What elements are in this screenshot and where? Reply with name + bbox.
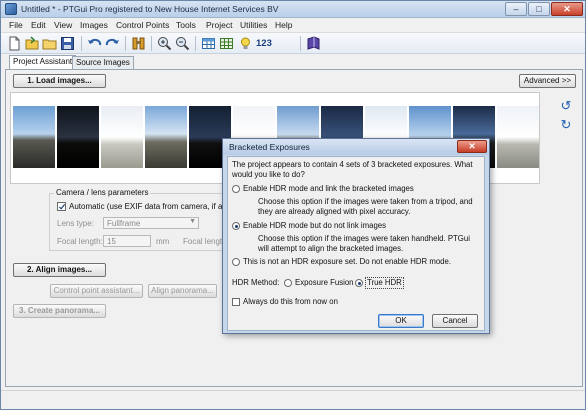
thumbnail[interactable] [101,106,143,168]
checkmark-icon [58,203,66,210]
toolbar-separator [151,36,152,51]
bracketed-exposures-dialog: Bracketed Exposures ✕ The project appear… [222,138,490,334]
open-icon[interactable] [25,36,40,51]
rotate-left-icon[interactable]: ↺ [559,99,573,113]
toolbar-separator [300,36,301,51]
radio-not-hdr[interactable] [232,258,240,266]
tab-source-images[interactable]: Source Images [72,56,134,69]
menu-edit[interactable]: Edit [31,20,46,30]
hdr-method-label: HDR Method: [232,278,280,287]
lens-type-select[interactable]: Fullframe ▼ [103,217,199,229]
exposure-fusion-label[interactable]: Exposure Fusion [295,278,354,288]
align-panorama-button[interactable]: Align panorama... [148,284,217,298]
toolbar-separator [81,36,82,51]
undo-icon[interactable] [87,36,102,51]
thumbnail[interactable] [145,106,187,168]
save-icon[interactable] [60,36,75,51]
bulb-icon[interactable] [238,36,253,51]
rotate-right-icon[interactable]: ↻ [559,118,573,132]
redo-icon[interactable] [105,36,120,51]
focal-length-input[interactable]: 15 [103,235,151,247]
menu-utilities[interactable]: Utilities [240,20,267,30]
app-icon [5,3,17,15]
automatic-checkbox[interactable] [57,202,66,211]
thumbnail[interactable] [13,106,55,168]
dialog-intro-text: The project appears to contain 4 sets of… [232,160,473,179]
ok-button[interactable]: OK [378,314,424,328]
cancel-button[interactable]: Cancel [432,314,478,328]
control-point-assistant-button[interactable]: Control point assistant... [50,284,143,298]
align-images-button[interactable]: 2. Align images... [13,263,106,277]
create-panorama-button[interactable]: 3. Create panorama... [13,304,106,318]
chevron-down-icon: ▼ [189,218,196,225]
open-folder-icon[interactable] [42,36,57,51]
lens-type-label: Lens type: [57,219,94,228]
numbers-icon[interactable]: 123 [256,38,272,49]
option3-label[interactable]: This is not an HDR exposure set. Do not … [243,257,451,267]
panorama-editor-icon[interactable] [131,36,146,51]
camera-group-title: Camera / lens parameters [54,188,151,197]
menu-help[interactable]: Help [275,20,292,30]
dialog-title: Bracketed Exposures [229,142,310,152]
dialog-close-button[interactable]: ✕ [457,140,487,153]
option2-label[interactable]: Enable HDR mode but do not link images [243,221,386,231]
minimize-button[interactable]: – [505,2,527,16]
automatic-label: Automatic (use EXIF data from camera, if… [69,202,239,211]
menu-view[interactable]: View [54,20,72,30]
radio-true-hdr[interactable] [355,279,363,287]
menu-control-points[interactable]: Control Points [116,20,169,30]
new-icon[interactable] [7,36,22,51]
app-window: Untitled * - PTGui Pro registered to New… [0,0,586,410]
maximize-button[interactable]: □ [528,2,550,16]
zoom-in-icon[interactable] [157,36,172,51]
grid-icon[interactable] [219,36,234,51]
book-icon[interactable] [306,36,321,51]
always-do-checkbox[interactable] [232,298,240,306]
menu-bar: File Edit View Images Control Points Too… [1,18,585,33]
table-icon[interactable] [201,36,216,51]
focal-unit-label: mm [156,237,170,246]
close-button[interactable]: ✕ [551,2,583,16]
thumbnail[interactable] [57,106,99,168]
radio-exposure-fusion[interactable] [284,279,292,287]
menu-tools[interactable]: Tools [176,20,196,30]
always-do-label[interactable]: Always do this from now on [243,297,338,307]
focal-length-label: Focal length: [57,237,103,246]
option2-description: Choose this option if the images were ta… [258,234,470,253]
option1-label[interactable]: Enable HDR mode and link the bracketed i… [243,184,414,194]
dialog-body: The project appears to contain 4 sets of… [227,156,485,331]
radio-link-bracketed[interactable] [232,185,240,193]
lens-type-value: Fullframe [107,219,141,228]
advanced-button[interactable]: Advanced >> [519,74,576,88]
menu-project[interactable]: Project [206,20,232,30]
true-hdr-label[interactable]: True HDR [365,277,404,289]
load-images-button[interactable]: 1. Load images... [13,74,106,88]
menu-images[interactable]: Images [80,20,108,30]
tab-project-assistant[interactable]: Project Assistant [9,55,77,69]
thumbnail[interactable] [497,106,539,168]
radio-do-not-link[interactable] [232,222,240,230]
toolbar-separator [195,36,196,51]
status-bar [1,390,585,409]
option1-description: Choose this option if the images were ta… [258,197,473,216]
menu-file[interactable]: File [9,20,23,30]
title-bar: Untitled * - PTGui Pro registered to New… [1,1,585,18]
toolbar-separator [125,36,126,51]
window-title: Untitled * - PTGui Pro registered to New… [21,4,279,14]
dialog-title-bar: Bracketed Exposures ✕ [223,139,489,155]
toolbar: 123 [1,33,585,54]
zoom-out-icon[interactable] [175,36,190,51]
